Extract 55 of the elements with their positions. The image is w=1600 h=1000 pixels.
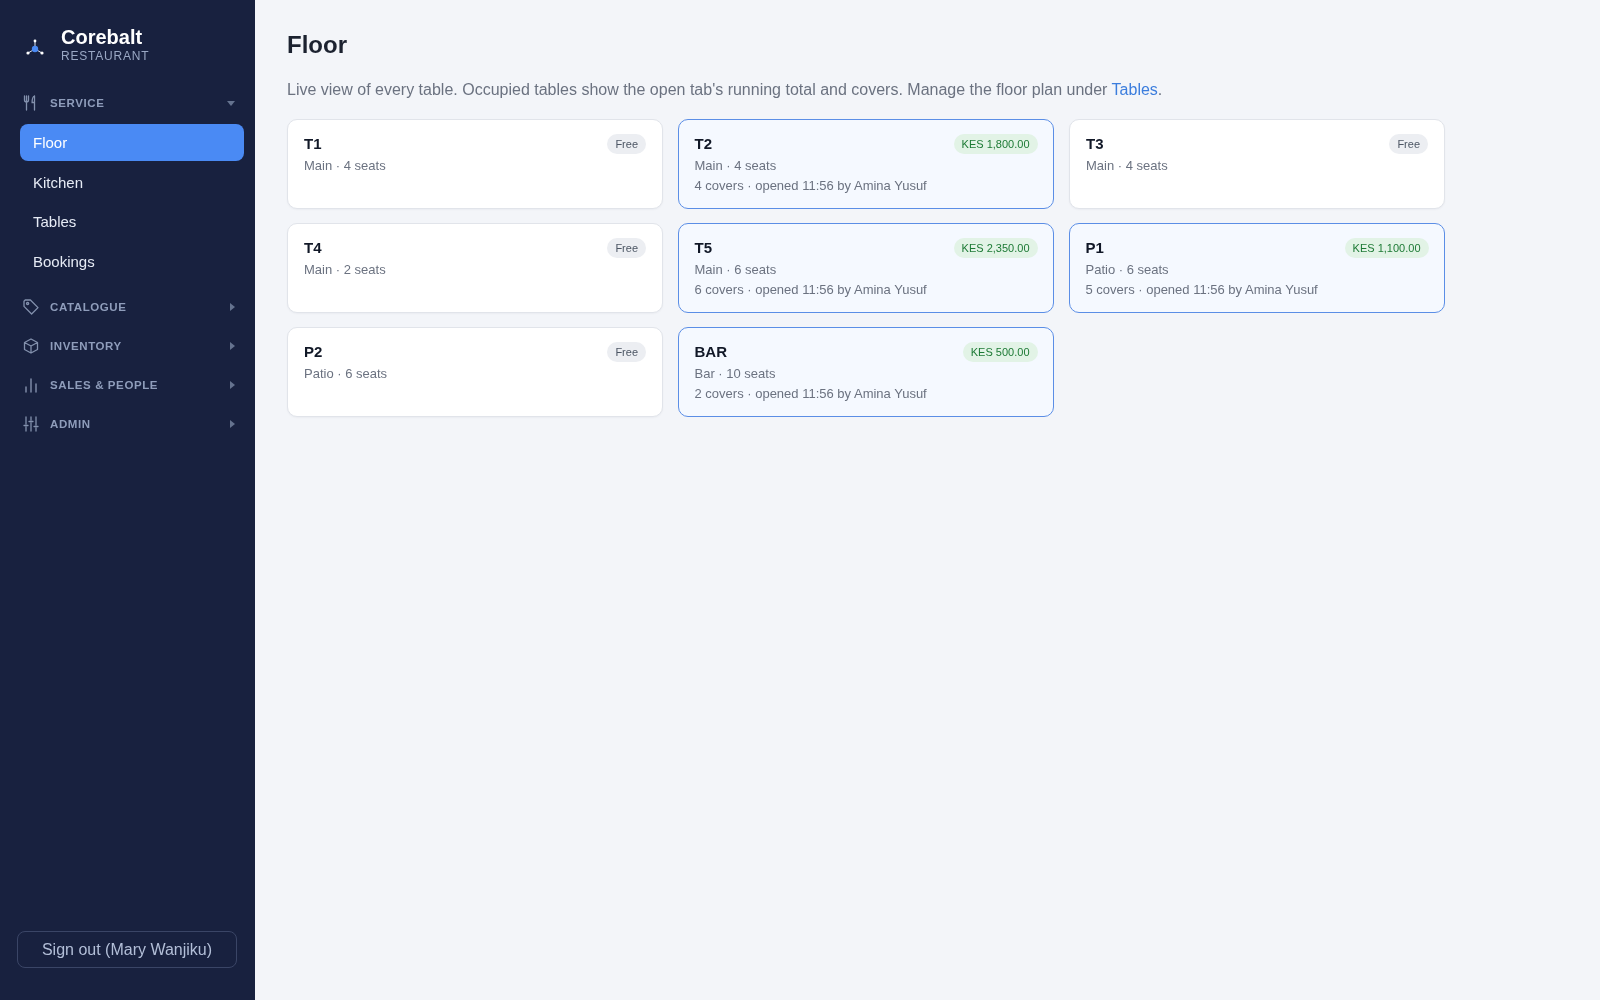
table-name: T5 [694,237,712,258]
table-info: Main · 2 seats [304,261,387,279]
table-card[interactable]: T1 Free Main · 4 seats [287,119,663,209]
table-name: P2 [304,342,323,362]
tab-details: 5 covers · opened 11:56 by Amina Yusuf [1085,280,1319,299]
section-header[interactable]: CATALOGUE [20,287,244,326]
table-info: Main · 4 seats [304,157,387,175]
table-info: Patio · 6 seats [304,365,389,383]
running-total-badge: KES 1,100.00 [1344,237,1429,258]
section-header[interactable]: SALES & PEOPLE [20,365,244,404]
bar-chart-icon [23,376,39,393]
logo-icon [26,39,44,55]
tab-details: 6 covers · opened 11:56 by Amina Yusuf [694,280,928,299]
table-card[interactable]: P1 KES 1,100.00 Patio · 6 seats 5 covers · opened 11:56 by Amina Yusuf [1069,223,1445,313]
table-info: Main · 6 seats [694,260,778,279]
table-name: T4 [304,238,322,258]
tables-link[interactable]: Tables [1111,81,1158,98]
running-total-badge: KES 2,350.00 [953,237,1038,258]
sliders-icon [23,415,39,432]
status-badge: Free [1389,134,1428,154]
table-info: Main · 4 seats [1086,157,1169,175]
table-card[interactable]: T5 KES 2,350.00 Main · 6 seats 6 covers · opened 11:56 by Amina Yusuf [678,223,1054,313]
table-card[interactable]: T3 Free Main · 4 seats [1069,119,1445,209]
tab-details: 4 covers · opened 11:56 by Amina Yusuf [694,176,928,195]
page-description: Live view of every table. Occupied tables show the open tab's running total and covers. Manage the floor plan under Tables. [287,80,1164,100]
table-info: Patio · 6 seats [1085,260,1170,279]
brand-subtitle: RESTAURANT [61,48,150,64]
sign-out-button[interactable]: Sign out (Mary Wanjiku) [17,931,237,968]
section-header[interactable]: ADMIN [20,404,244,443]
table-name: T3 [1086,134,1104,154]
status-badge: Free [607,134,646,154]
cube-icon [23,337,39,354]
status-badge: Free [607,238,646,258]
table-info: Bar · 10 seats [694,364,777,383]
tab-details: 2 covers · opened 11:56 by Amina Yusuf [694,384,928,403]
table-card[interactable]: P2 Free Patio · 6 seats [287,327,663,417]
nav-item[interactable]: Tables [20,203,244,240]
section-header[interactable]: SERVICE [20,84,244,122]
status-badge: Free [607,342,646,362]
running-total-badge: KES 1,800.00 [953,133,1038,154]
nav-item[interactable]: Bookings [20,242,244,280]
table-card[interactable]: T4 Free Main · 2 seats [287,223,663,313]
table-name: BAR [694,341,727,362]
nav-item[interactable]: Kitchen [20,163,244,201]
table-info: Main · 4 seats [694,156,778,175]
table-card[interactable]: BAR KES 500.00 Bar · 10 seats 2 covers · opened 11:56 by Amina Yusuf [678,327,1054,417]
table-name: T1 [304,134,322,154]
page-title: Floor [287,30,348,60]
section-header[interactable]: INVENTORY [20,326,244,365]
brand-name: Corebalt [61,26,144,48]
running-total-badge: KES 500.00 [962,341,1038,362]
table-name: T2 [694,133,712,154]
table-card[interactable]: T2 KES 1,800.00 Main · 4 seats 4 covers · opened 11:56 by Amina Yusuf [678,119,1054,209]
tag-icon [23,298,39,315]
table-name: P1 [1085,237,1104,258]
